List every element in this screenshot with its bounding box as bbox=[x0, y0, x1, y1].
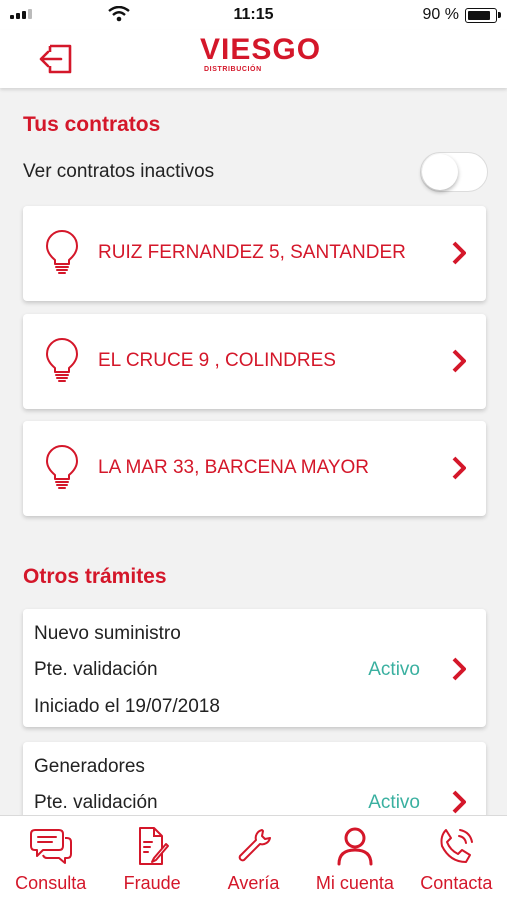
chevron-right-icon bbox=[452, 241, 466, 265]
chevron-right-icon bbox=[452, 349, 466, 373]
contract-address: RUIZ FERNANDEZ 5, SANTANDER bbox=[98, 242, 406, 263]
chevron-right-icon bbox=[452, 790, 466, 814]
wrench-icon bbox=[238, 829, 271, 862]
lightbulb-icon bbox=[46, 445, 78, 489]
battery-percentage: 90 % bbox=[422, 6, 459, 23]
chevron-right-icon bbox=[452, 657, 466, 681]
main-content[interactable]: Tus contratos Ver contratos inactivos RU… bbox=[0, 88, 507, 816]
contract-card[interactable]: EL CRUCE 9 , COLINDRES bbox=[23, 314, 486, 409]
logo-subtitle: DISTRIBUCIÓN bbox=[204, 66, 262, 73]
procedure-name: Nuevo suministro bbox=[34, 623, 181, 644]
tab-consulta[interactable]: Consulta bbox=[0, 816, 101, 900]
contract-address: EL CRUCE 9 , COLINDRES bbox=[98, 350, 336, 371]
procedures-title: Otros trámites bbox=[23, 565, 167, 588]
procedure-name: Generadores bbox=[34, 756, 145, 777]
lightbulb-icon bbox=[46, 230, 78, 274]
tab-label: Avería bbox=[227, 873, 280, 893]
tab-label: Contacta bbox=[420, 873, 493, 893]
contract-card[interactable]: LA MAR 33, BARCENA MAYOR bbox=[23, 421, 486, 516]
tab-fraude[interactable]: Fraude bbox=[101, 816, 202, 900]
inactive-contracts-label: Ver contratos inactivos bbox=[23, 161, 215, 182]
tab-label: Fraude bbox=[123, 873, 181, 893]
inactive-contracts-toggle[interactable] bbox=[420, 152, 488, 192]
battery-icon bbox=[465, 8, 501, 23]
tab-contacta[interactable]: Contacta bbox=[406, 816, 507, 900]
contract-card[interactable]: RUIZ FERNANDEZ 5, SANTANDER bbox=[23, 206, 486, 301]
lightbulb-icon bbox=[46, 338, 78, 382]
tab-averia[interactable]: Avería bbox=[203, 816, 304, 900]
procedure-state: Pte. validación bbox=[34, 659, 158, 680]
contract-address: LA MAR 33, BARCENA MAYOR bbox=[98, 457, 370, 478]
tab-label: Mi cuenta bbox=[315, 873, 394, 893]
procedure-status: Activo bbox=[368, 792, 420, 813]
tab-mi-cuenta[interactable]: Mi cuenta bbox=[304, 816, 405, 900]
logo-brand: VIESGO bbox=[200, 33, 322, 66]
phone-icon bbox=[440, 829, 474, 863]
document-edit-icon bbox=[139, 827, 170, 865]
bottom-tab-bar: Consulta Fraude Avería Mi cuenta Contact… bbox=[0, 815, 507, 900]
procedure-card[interactable]: Nuevo suministro Pte. validación Activo … bbox=[23, 609, 486, 727]
viesgo-logo: VIESGO DISTRIBUCIÓN bbox=[200, 33, 322, 74]
tab-label: Consulta bbox=[15, 873, 87, 893]
procedure-card[interactable]: Generadores Pte. validación Activo bbox=[23, 742, 486, 816]
procedure-status: Activo bbox=[368, 659, 420, 680]
logout-icon[interactable] bbox=[38, 40, 76, 78]
toggle-knob bbox=[422, 154, 458, 190]
chat-icon bbox=[29, 829, 72, 864]
procedure-start-date: Iniciado el 19/07/2018 bbox=[34, 696, 220, 717]
status-bar: 11:15 90 % bbox=[0, 0, 507, 30]
chevron-right-icon bbox=[452, 456, 466, 480]
contracts-title: Tus contratos bbox=[23, 113, 161, 136]
app-header: VIESGO DISTRIBUCIÓN bbox=[0, 30, 507, 88]
user-icon bbox=[337, 827, 373, 866]
procedure-state: Pte. validación bbox=[34, 792, 158, 813]
